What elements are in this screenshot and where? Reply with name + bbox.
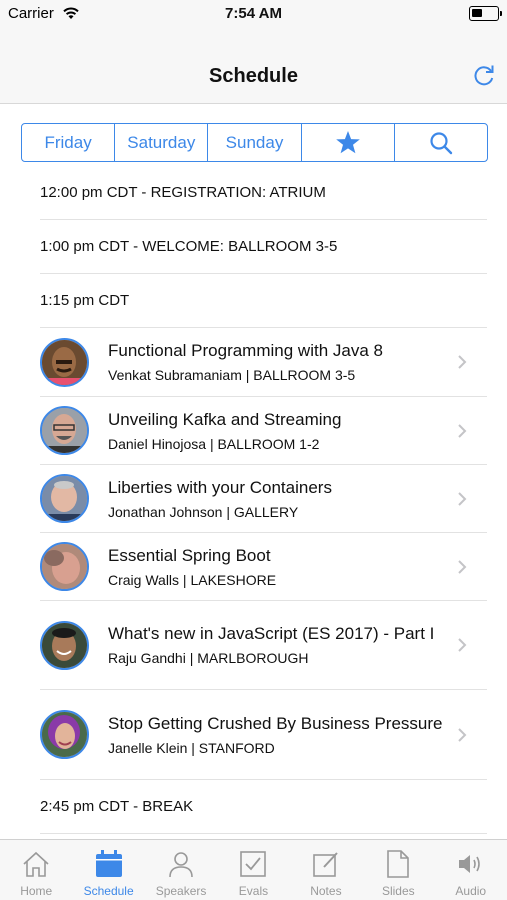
tab-label: Schedule	[83, 884, 134, 898]
session-title: Unveiling Kafka and Streaming	[108, 409, 342, 429]
segment-sunday[interactable]: Sunday	[208, 124, 302, 161]
session-row[interactable]: Liberties with your Containers Jonathan …	[40, 465, 487, 533]
session-speaker-room: Venkat Subramaniam | BALLROOM 3-5	[108, 367, 356, 383]
session-speaker-room: Craig Walls | LAKESHORE	[108, 571, 277, 588]
schedule-list: 12:00 pm CDT - REGISTRATION: ATRIUM 1:00…	[0, 166, 507, 834]
segment-friday[interactable]: Friday	[22, 124, 116, 161]
session-title: Functional Programming with Java 8	[108, 341, 383, 360]
session-speaker-room: Janelle Klein | STANFORD	[108, 739, 275, 756]
tab-label: Audio	[455, 884, 487, 898]
battery-icon	[469, 6, 502, 21]
session-title: Stop Getting Crushed By Business Pressur…	[108, 713, 443, 733]
tab-audio[interactable]: Audio	[435, 840, 507, 900]
status-time: 7:54 AM	[225, 5, 282, 22]
speaker-avatar	[40, 337, 89, 387]
speaker-avatar	[40, 406, 89, 455]
speaker-avatar	[40, 474, 89, 523]
session-title: What's new in JavaScript (ES 2017) - Par…	[108, 624, 435, 643]
tab-schedule[interactable]: Schedule	[72, 840, 144, 900]
refresh-icon[interactable]	[471, 62, 497, 88]
tab-label: Home	[20, 884, 53, 898]
checkbox-icon	[240, 851, 267, 877]
tab-speakers[interactable]: Speakers	[145, 840, 217, 900]
tab-label: Evals	[238, 884, 269, 898]
navigation-bar: Schedule	[0, 28, 507, 104]
session-row[interactable]: Essential Spring Boot Craig Walls | LAKE…	[40, 533, 487, 601]
session-speaker-room: Daniel Hinojosa | BALLROOM 1-2	[108, 435, 320, 452]
session-speaker-room: Raju Gandhi | MARLBOROUGH	[108, 650, 309, 666]
chevron-right-icon	[458, 559, 467, 574]
tab-label: Notes	[310, 884, 342, 898]
session-row[interactable]: Unveiling Kafka and Streaming Daniel Hin…	[40, 397, 487, 465]
chevron-right-icon	[458, 423, 467, 438]
person-icon	[169, 852, 193, 878]
tab-label: Slides	[381, 884, 415, 898]
tab-evals[interactable]: Evals	[217, 840, 289, 900]
speaker-volume-icon	[458, 855, 480, 873]
tab-label: Speakers	[155, 884, 207, 898]
schedule-row-break[interactable]: 2:45 pm CDT - BREAK	[40, 780, 487, 834]
schedule-row-registration[interactable]: 12:00 pm CDT - REGISTRATION: ATRIUM	[40, 166, 487, 220]
document-icon	[387, 850, 410, 878]
tab-bar: Home Schedule Speakers Evals Notes Slide…	[0, 839, 507, 900]
compose-icon	[313, 852, 338, 877]
session-speaker-room: Jonathan Johnson | GALLERY	[108, 503, 299, 520]
chevron-right-icon	[458, 491, 467, 506]
session-row[interactable]: Stop Getting Crushed By Business Pressur…	[40, 690, 487, 780]
segment-saturday[interactable]: Saturday	[115, 124, 209, 161]
day-filter-segmented-control: Friday Saturday Sunday	[21, 123, 488, 162]
tab-home[interactable]: Home	[0, 840, 72, 900]
speaker-avatar	[40, 620, 89, 670]
session-row[interactable]: What's new in JavaScript (ES 2017) - Par…	[40, 601, 487, 690]
page-title: Schedule	[209, 65, 298, 87]
chevron-right-icon	[458, 727, 467, 742]
status-bar: Carrier 7:54 AM	[0, 0, 507, 28]
session-title: Essential Spring Boot	[108, 545, 271, 565]
home-icon	[23, 851, 49, 877]
tab-slides[interactable]: Slides	[362, 840, 434, 900]
search-icon	[430, 131, 453, 154]
schedule-row-welcome[interactable]: 1:00 pm CDT - WELCOME: BALLROOM 3-5	[40, 220, 487, 274]
battery-level	[472, 9, 482, 17]
session-row[interactable]: Functional Programming with Java 8 Venka…	[40, 328, 487, 397]
speaker-avatar	[40, 710, 89, 759]
segment-search[interactable]	[395, 124, 487, 161]
segment-favorites[interactable]	[302, 124, 395, 161]
chevron-right-icon	[458, 355, 467, 369]
star-icon	[335, 131, 360, 154]
time-slot-header: 1:15 pm CDT	[40, 274, 487, 328]
session-title: Liberties with your Containers	[108, 477, 332, 497]
chevron-right-icon	[458, 638, 467, 652]
speaker-avatar	[40, 542, 89, 591]
calendar-icon	[95, 850, 122, 877]
tab-notes[interactable]: Notes	[290, 840, 362, 900]
